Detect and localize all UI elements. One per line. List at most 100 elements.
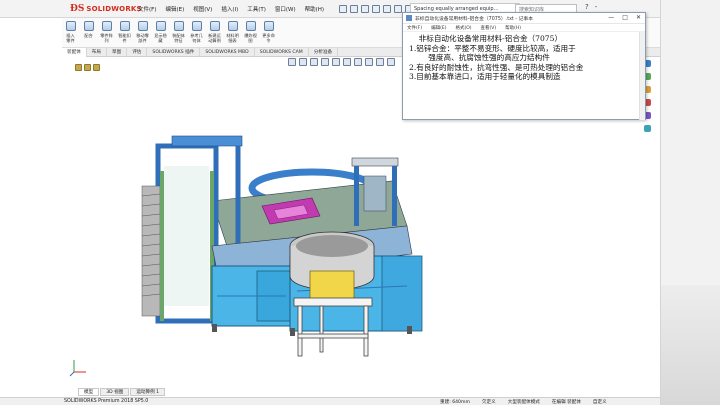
ribbon-button-label: 移动零 部件 bbox=[136, 33, 149, 43]
view-orientation-icon[interactable] bbox=[332, 58, 340, 66]
new-file-icon[interactable] bbox=[350, 4, 359, 13]
tab-item[interactable]: SOLIDWORKS CAM bbox=[255, 48, 309, 57]
status-definition: 欠定义 bbox=[481, 399, 496, 405]
tab-model[interactable]: 模型 bbox=[78, 388, 100, 396]
notepad-text-area[interactable]: 非标自动化设备常用材料-铝合金（7075） 1.铝锌合金：平整不易变形、硬度比较… bbox=[403, 32, 645, 84]
ribbon-button-label: 配合 bbox=[84, 33, 93, 38]
apply-scene-icon[interactable] bbox=[376, 58, 384, 66]
previous-view-icon[interactable] bbox=[310, 58, 318, 66]
ribbon-button-label: 装配体 特征 bbox=[172, 33, 185, 43]
tab-item[interactable]: SOLIDWORKS MBD bbox=[200, 48, 255, 57]
app-name: SOLIDWORKS bbox=[86, 4, 142, 13]
notepad-scrollbar[interactable] bbox=[639, 32, 645, 120]
status-product-version: SOLIDWORKS Premium 2018 SP5.0 bbox=[64, 399, 149, 404]
tab-item[interactable]: 分析准备 bbox=[309, 48, 339, 57]
notepad-line: 1.铝锌合金：平整不易变形、硬度比较高，适用于 bbox=[409, 43, 576, 53]
view-settings-icon[interactable] bbox=[387, 58, 395, 66]
notepad-menu-format[interactable]: 格式(O) bbox=[455, 25, 471, 31]
bom-icon bbox=[227, 21, 238, 31]
notepad-close-button[interactable]: ✕ bbox=[636, 14, 641, 21]
ribbon-button-label: 新建运 动算例 bbox=[208, 33, 221, 43]
help-icon[interactable]: ? bbox=[585, 3, 589, 11]
solidworks-window: ƉS SOLIDWORKS 文件(F) 编辑(E) 视图(V) 插入(I) 工具… bbox=[0, 0, 720, 405]
tab-item[interactable]: SOLIDWORKS 插件 bbox=[147, 48, 201, 57]
assembly-feature-icon bbox=[173, 21, 184, 31]
solidworks-logo: ƉS SOLIDWORKS bbox=[70, 3, 142, 14]
ribbon-button-label: 零件阵 列 bbox=[100, 33, 113, 43]
right-gantry-beam bbox=[351, 157, 399, 167]
save-icon[interactable] bbox=[372, 4, 381, 13]
custom-properties-icon[interactable] bbox=[643, 125, 651, 132]
ribbon-button-label: 显示隐 藏 bbox=[154, 33, 167, 43]
tab-item[interactable]: 布局 bbox=[87, 48, 107, 57]
ribbon-button[interactable]: 零件阵 列 bbox=[98, 18, 115, 48]
notepad-menu-view[interactable]: 查看(V) bbox=[481, 25, 497, 31]
ribbon-button[interactable]: 移动零 部件 bbox=[134, 18, 151, 48]
edit-appearance-icon[interactable] bbox=[365, 58, 373, 66]
ribbon-button[interactable]: 装配体 特征 bbox=[170, 18, 187, 48]
ribbon-button[interactable]: 显示隐 藏 bbox=[152, 18, 169, 48]
ribbon-button[interactable]: 材料明 细表 bbox=[224, 18, 241, 48]
help-tools: ? - bbox=[585, 3, 603, 11]
help-dropdown-icon[interactable]: - bbox=[595, 3, 598, 11]
section-view-icon[interactable] bbox=[321, 58, 329, 66]
ribbon-button-label: 更多命 令 bbox=[262, 33, 275, 43]
view-triad-icon bbox=[69, 360, 86, 377]
menu-item-view[interactable]: 视图(V) bbox=[193, 5, 212, 13]
zoom-area-icon[interactable] bbox=[299, 58, 307, 66]
ribbon-button[interactable]: 配合 bbox=[80, 18, 97, 48]
status-rebuild: 重建: 640mm bbox=[440, 399, 470, 405]
smart-fastener-icon bbox=[119, 21, 130, 31]
menu-item-tools[interactable]: 工具(T) bbox=[247, 5, 266, 13]
ribbon-button[interactable]: 智能扣 件 bbox=[116, 18, 133, 48]
status-large-assembly[interactable]: 大型装配体模式 bbox=[508, 399, 540, 405]
ribbon-button[interactable]: 爆炸视 图 bbox=[242, 18, 259, 48]
zoom-fit-icon[interactable] bbox=[288, 58, 296, 66]
display-style-icon[interactable] bbox=[343, 58, 351, 66]
notepad-title: 非标自动化设备常用材料-铝合金（7075）.txt - 记事本 bbox=[415, 16, 533, 22]
main-menu: 文件(F) 编辑(E) 视图(V) 插入(I) 工具(T) 窗口(W) 帮助(H… bbox=[138, 5, 333, 13]
notepad-line: 2.有良好的耐蚀性，抗弯性强、是可热处理的铝合金 bbox=[409, 62, 584, 72]
menu-item-file[interactable]: 文件(F) bbox=[138, 5, 156, 13]
status-bar: SOLIDWORKS Premium 2018 SP5.0 重建: 640mm … bbox=[0, 397, 660, 405]
notepad-menu-help[interactable]: 帮助(H) bbox=[505, 25, 521, 31]
tab-item[interactable]: 草图 bbox=[107, 48, 128, 57]
notepad-icon bbox=[406, 15, 412, 21]
undo-icon[interactable] bbox=[394, 4, 403, 13]
home-icon[interactable] bbox=[339, 4, 348, 13]
menu-item-help[interactable]: 帮助(H) bbox=[305, 5, 324, 13]
ds-logo-icon: ƉS bbox=[70, 3, 85, 14]
pattern-icon bbox=[101, 21, 112, 31]
tab-item[interactable]: 装配体 bbox=[62, 48, 87, 57]
notepad-title-bar[interactable]: 非标自动化设备常用材料-铝合金（7075）.txt - 记事本 — □ ✕ bbox=[403, 13, 645, 24]
tab-item[interactable]: 评估 bbox=[127, 48, 148, 57]
menu-item-window[interactable]: 窗口(W) bbox=[275, 5, 296, 13]
reference-geometry-icon bbox=[191, 21, 202, 31]
ribbon-button[interactable]: 参考几 何体 bbox=[188, 18, 205, 48]
ribbon-button-label: 智能扣 件 bbox=[118, 33, 131, 43]
feeder-rack bbox=[141, 185, 161, 317]
hide-show-items-icon[interactable] bbox=[354, 58, 362, 66]
ribbon-button[interactable]: 更多命 令 bbox=[260, 18, 277, 48]
notepad-window-controls: — □ ✕ bbox=[600, 14, 641, 21]
notepad-menu-edit[interactable]: 编辑(E) bbox=[431, 25, 446, 31]
notepad-window[interactable]: 非标自动化设备常用材料-铝合金（7075）.txt - 记事本 — □ ✕ 文件… bbox=[402, 12, 646, 120]
tab-motion-study[interactable]: 运动算例 1 bbox=[130, 388, 166, 396]
notepad-menu-file[interactable]: 文件(F) bbox=[407, 25, 422, 31]
ribbon-button[interactable]: 新建运 动算例 bbox=[206, 18, 223, 48]
feature-manager-panel bbox=[0, 18, 62, 393]
status-editing: 在编辑 装配体 bbox=[551, 399, 581, 405]
ribbon-button-label: 爆炸视 图 bbox=[244, 33, 257, 43]
open-icon[interactable] bbox=[361, 4, 370, 13]
menu-item-edit[interactable]: 编辑(E) bbox=[165, 5, 184, 13]
tab-3d-views[interactable]: 3D 视图 bbox=[100, 388, 130, 396]
notepad-maximize-button[interactable]: □ bbox=[622, 14, 628, 21]
status-units[interactable]: 自定义 bbox=[593, 399, 607, 405]
print-icon[interactable] bbox=[383, 4, 392, 13]
menu-item-insert[interactable]: 插入(I) bbox=[221, 5, 238, 13]
show-hide-icon bbox=[155, 21, 166, 31]
mate-icon bbox=[83, 21, 94, 31]
notepad-menu: 文件(F) 编辑(E) 格式(O) 查看(V) 帮助(H) bbox=[403, 24, 645, 32]
ribbon-button[interactable]: 插入 零件 bbox=[62, 18, 79, 48]
notepad-minimize-button[interactable]: — bbox=[608, 14, 614, 21]
